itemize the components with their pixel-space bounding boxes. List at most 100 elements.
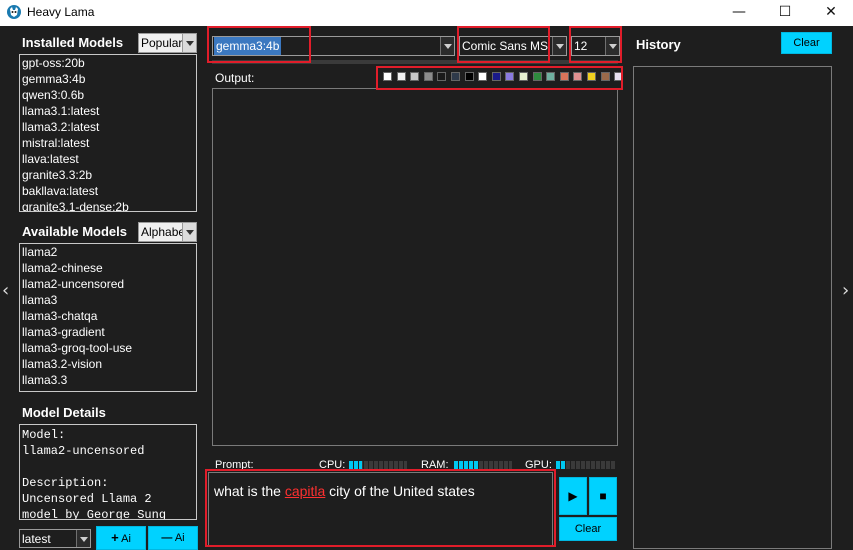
installed-model-item[interactable]: llava:latest xyxy=(20,151,196,167)
color-swatch[interactable] xyxy=(532,72,542,81)
available-model-item[interactable]: llama3-groq-tool-use xyxy=(20,340,196,356)
model-details-box: Model: llama2-uncensored Description: Uncen… xyxy=(19,424,197,520)
collapse-left-icon[interactable]: ‹ xyxy=(2,280,9,301)
available-model-item[interactable]: llama2 xyxy=(20,244,196,260)
model-select[interactable]: gemma3:4b xyxy=(212,36,455,56)
installed-model-item[interactable]: mistral:latest xyxy=(20,135,196,151)
available-models-title: Available Models xyxy=(22,224,127,239)
installed-models-title: Installed Models xyxy=(22,35,124,50)
color-swatch[interactable] xyxy=(587,72,596,81)
prompt-text-end: city of the United states xyxy=(325,483,475,499)
stop-button[interactable]: ■ xyxy=(589,477,617,515)
clear-history-label: Clear xyxy=(793,37,820,49)
send-button[interactable]: ▶ xyxy=(559,477,587,515)
installed-sort-value: Popular xyxy=(141,36,183,50)
plus-icon: + xyxy=(111,530,119,545)
window-title: Heavy Lama xyxy=(27,5,95,19)
chevron-down-icon xyxy=(440,37,454,55)
installed-model-item[interactable]: llama3.2:latest xyxy=(20,119,196,135)
color-swatch[interactable] xyxy=(519,72,528,81)
installed-models-list[interactable]: gpt-oss:20b gemma3:4b qwen3:0.6b llama3.1:l… xyxy=(19,54,197,212)
expand-right-icon[interactable]: › xyxy=(842,280,849,301)
cpu-label: CPU: xyxy=(319,459,346,471)
output-label: Output: xyxy=(215,71,255,85)
color-swatch[interactable] xyxy=(600,72,610,81)
color-swatch[interactable] xyxy=(437,72,447,81)
color-swatch[interactable] xyxy=(423,72,433,81)
color-swatch[interactable] xyxy=(573,72,583,81)
clear-prompt-label: Clear xyxy=(574,523,602,535)
color-swatch[interactable] xyxy=(410,72,420,81)
color-swatch[interactable] xyxy=(478,72,488,81)
remove-model-label: Ai xyxy=(174,532,185,544)
color-swatch[interactable] xyxy=(614,72,624,81)
color-swatch[interactable] xyxy=(383,72,392,81)
installed-model-item[interactable]: bakllava:latest xyxy=(20,183,196,199)
gpu-meter xyxy=(556,461,616,469)
maximize-button[interactable]: ☐ xyxy=(762,0,808,26)
installed-model-item[interactable]: gpt-oss:20b xyxy=(20,55,196,71)
play-icon: ▶ xyxy=(568,489,578,503)
chevron-down-icon xyxy=(182,34,196,52)
model-details-title: Model Details xyxy=(22,405,106,420)
stop-icon: ■ xyxy=(599,489,607,503)
installed-model-item[interactable]: qwen3:0.6b xyxy=(20,87,196,103)
color-swatch[interactable] xyxy=(546,72,556,81)
minimize-icon: — xyxy=(732,4,746,20)
color-swatch[interactable] xyxy=(451,72,460,81)
minimize-button[interactable]: — xyxy=(716,0,762,26)
color-swatch[interactable] xyxy=(559,72,569,81)
clear-prompt-button[interactable]: Clear xyxy=(559,517,617,541)
add-model-label: Ai xyxy=(121,533,131,545)
available-model-item[interactable]: llama3.3 xyxy=(20,372,196,388)
available-model-item[interactable]: llama3-gradient xyxy=(20,324,196,340)
available-sort-value: Alphabe xyxy=(141,225,186,239)
color-swatch[interactable] xyxy=(505,72,515,81)
prompt-input[interactable]: what is the capitla city of the United s… xyxy=(208,472,553,546)
available-model-item[interactable]: llama3-chatqa xyxy=(20,308,196,324)
color-swatch[interactable] xyxy=(491,72,501,81)
color-swatch[interactable] xyxy=(464,72,474,81)
model-detail-line: Description: xyxy=(22,476,109,490)
available-models-list[interactable]: llama2 llama2-chinese llama2-uncensored lla… xyxy=(19,243,197,392)
version-select[interactable]: latest xyxy=(19,529,91,548)
toolbar-divider xyxy=(212,60,618,64)
maximize-icon: ☐ xyxy=(778,4,792,20)
model-detail-line: Model: xyxy=(22,428,66,442)
available-sort-select[interactable]: Alphabe xyxy=(138,222,197,242)
history-list[interactable] xyxy=(633,66,832,549)
chevron-down-icon xyxy=(182,223,196,241)
font-select-value: Comic Sans MS xyxy=(462,39,549,53)
installed-sort-select[interactable]: Popular xyxy=(138,33,197,53)
prompt-text-start: what is the xyxy=(214,483,285,499)
output-area[interactable] xyxy=(212,88,618,446)
font-select[interactable]: Comic Sans MS xyxy=(459,36,567,56)
available-model-item[interactable]: llama2-uncensored xyxy=(20,276,196,292)
version-value: latest xyxy=(22,532,51,546)
installed-model-item[interactable]: granite3.3:2b xyxy=(20,167,196,183)
close-button[interactable]: ✕ xyxy=(808,0,853,26)
installed-model-item[interactable]: gemma3:4b xyxy=(20,71,196,87)
font-size-select[interactable]: 12 xyxy=(571,36,620,56)
ram-meter xyxy=(454,461,512,469)
model-detail-line: model by George Sung xyxy=(22,508,167,520)
available-model-item[interactable]: llama2-chinese xyxy=(20,260,196,276)
add-model-button[interactable]: + Ai xyxy=(96,526,146,550)
misspelled-word: capitla xyxy=(284,483,326,499)
chevron-down-icon xyxy=(605,37,619,55)
history-title: History xyxy=(636,37,681,52)
font-size-value: 12 xyxy=(574,39,588,53)
available-model-item[interactable]: llama3 xyxy=(20,292,196,308)
prompt-label: Prompt: xyxy=(215,459,254,471)
available-model-item[interactable]: llama3.2-vision xyxy=(20,356,196,372)
prompt-text: what is the capitla city of the United s… xyxy=(214,483,475,499)
remove-model-button[interactable]: — Ai xyxy=(148,526,198,550)
color-swatch[interactable] xyxy=(396,72,406,81)
chevron-down-icon xyxy=(76,530,90,547)
chevron-down-icon xyxy=(552,37,566,55)
installed-model-item[interactable]: granite3.1-dense:2b xyxy=(20,199,196,211)
cpu-meter xyxy=(349,461,407,469)
gpu-label: GPU: xyxy=(525,459,552,471)
installed-model-item[interactable]: llama3.1:latest xyxy=(20,103,196,119)
clear-history-button[interactable]: Clear xyxy=(781,32,832,54)
